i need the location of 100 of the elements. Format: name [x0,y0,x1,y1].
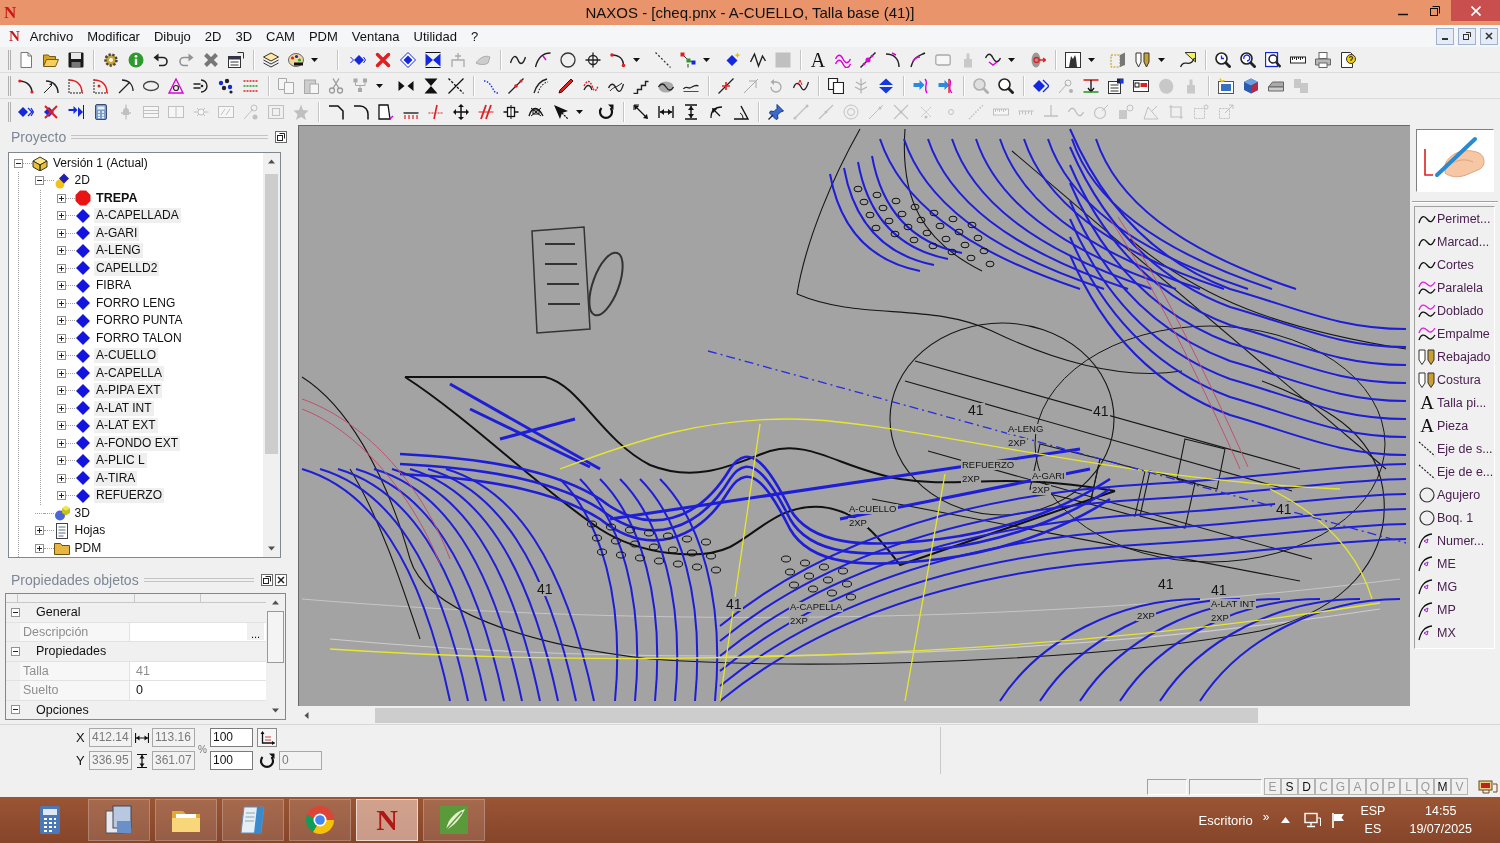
zoom-icon[interactable] [1215,51,1231,68]
properties-icon[interactable] [228,51,244,68]
toolbar-label[interactable]: Escritorio [1198,812,1253,828]
cross-icon[interactable] [203,51,219,68]
palette-icon[interactable] [288,51,304,68]
flag-icon[interactable] [1331,812,1347,828]
taskbar-button[interactable] [289,799,351,841]
tool-list-item[interactable]: Numer... [1415,529,1494,552]
close-icon[interactable] [1485,32,1493,40]
help-icon[interactable] [1340,51,1356,68]
plus-box-icon[interactable] [56,351,66,361]
tree-item[interactable]: A-LAT INT [94,400,154,416]
radius-icon[interactable] [708,104,724,120]
peaks-icon[interactable] [1065,51,1081,68]
dotted-curve-icon[interactable] [483,77,499,94]
tree-item[interactable]: A-CUELLO [94,348,159,364]
mode-indicator[interactable]: S [1281,778,1298,795]
plus-box-icon[interactable] [56,421,66,431]
tree-item[interactable]: FORRO TALON [94,330,184,346]
scroll-down-arrow-icon[interactable] [271,706,280,715]
measure-icon[interactable] [1083,77,1099,94]
category-label[interactable]: Propiedades [36,644,107,659]
dashed-lines-icon[interactable] [243,77,259,94]
scrollbar-track[interactable] [263,153,280,557]
plus-box-icon[interactable] [56,298,66,308]
hourglass-icon[interactable] [423,77,439,94]
rotate-icon[interactable] [598,104,614,120]
arc-icon[interactable] [610,51,626,68]
diagonal-dimension-icon[interactable] [633,104,649,120]
tool-list-item[interactable]: Perimet... [1415,207,1494,230]
tree-item[interactable]: REFUERZO [94,488,164,504]
chevron-up-icon[interactable] [1281,817,1291,823]
menu-item[interactable]: ? [463,26,486,46]
vertical-dimension-icon[interactable] [683,104,699,120]
highlight-curve-icon[interactable] [1180,51,1196,68]
scroll-up-arrow-icon[interactable] [271,598,280,607]
plus-box-icon[interactable] [56,403,66,413]
line-point-icon[interactable] [860,51,876,68]
checklist-icon[interactable] [1133,77,1149,94]
taskbar-button[interactable] [222,799,284,841]
plus-box-icon[interactable] [35,526,44,536]
tool-list-item[interactable]: Eje de s... [1415,437,1494,460]
minus-box-icon[interactable] [13,158,23,168]
arc-arrow-icon[interactable] [43,77,59,94]
dropdown-caret-icon[interactable] [1008,57,1015,62]
plus-box-icon[interactable] [56,316,66,326]
copy-icon[interactable] [828,77,844,94]
clock-time[interactable]: 14:55 [1425,803,1457,819]
menu-item[interactable]: Utilidad [406,26,464,46]
tool-list-item[interactable]: MG [1415,575,1494,598]
diamond-cross-icon[interactable] [43,104,59,120]
tool-list-item[interactable]: Empalme [1415,322,1494,345]
menu-item[interactable]: 3D [228,26,260,46]
tree-item[interactable]: A-CAPELLA [94,365,165,381]
menu-item[interactable]: Modificar [80,26,147,46]
tree-item[interactable]: A-LENG [94,243,143,259]
plus-box-icon[interactable] [56,386,66,396]
child-close-button[interactable] [1480,27,1498,45]
tree-item[interactable]: FORRO LENG [94,295,178,311]
curve-icon[interactable] [533,77,549,94]
pencils-icon[interactable] [1135,51,1151,68]
wave-icon[interactable] [985,51,1001,68]
dashed-cross-icon[interactable] [448,77,464,94]
dropdown-caret-icon[interactable] [1158,57,1165,62]
new-page-icon[interactable] [18,51,34,68]
tool-list-item[interactable]: Agujero [1415,483,1494,506]
mode-indicator[interactable]: D [1298,778,1315,795]
overflow-button[interactable]: » [1262,809,1270,824]
restore-icon[interactable] [1463,32,1471,40]
dropdown-caret-icon[interactable] [376,83,383,88]
dropdown-caret-icon[interactable] [311,57,318,62]
cube-icon[interactable] [1243,77,1259,94]
notch-icon[interactable] [503,104,519,120]
diamond-icon[interactable] [400,51,416,68]
drawing-canvas[interactable]: 41 41 A-LENG 2XP REFUERZO 2XP A-GARI 2XP A-CUELLO 41 2XP 41 41 41 41 A-CAPELLA A-LAT INT 2XP 2XP 2XP [298,125,1410,706]
diamond-arrow-icon[interactable] [1033,77,1049,94]
dropdown-caret-icon[interactable] [703,57,710,62]
tool-list-item[interactable]: Cortes [1415,253,1494,276]
up-down-arrows-icon[interactable] [878,77,894,94]
tool-list-item[interactable]: Costura [1415,368,1494,391]
gear-icon[interactable] [103,51,119,68]
keyboard-layout[interactable]: ES [1364,821,1382,837]
tool-list-item[interactable]: Marcad... [1415,230,1494,253]
clock-date[interactable]: 19/07/2025 [1409,821,1472,837]
circle-icon[interactable] [560,51,576,68]
dropdown-caret-icon[interactable] [1088,57,1095,62]
plus-box-icon[interactable] [35,543,44,553]
tool-list-item[interactable]: Eje de e... [1415,460,1494,483]
menu-item[interactable]: Ventana [344,26,407,46]
tool-list-item[interactable]: ME [1415,552,1494,575]
document-list-icon[interactable] [1108,77,1124,94]
diamond-star-icon[interactable] [725,51,741,68]
plus-box-icon[interactable] [56,333,66,343]
undo-icon[interactable] [153,51,169,68]
restore-icon[interactable] [1430,5,1440,16]
taskbar-button[interactable] [88,799,150,841]
scrollbar-thumb[interactable] [265,174,278,454]
category-label[interactable]: Opciones [36,702,89,717]
scroll-up-arrow-icon[interactable] [267,157,276,166]
dropdown-caret-icon[interactable] [633,57,640,62]
